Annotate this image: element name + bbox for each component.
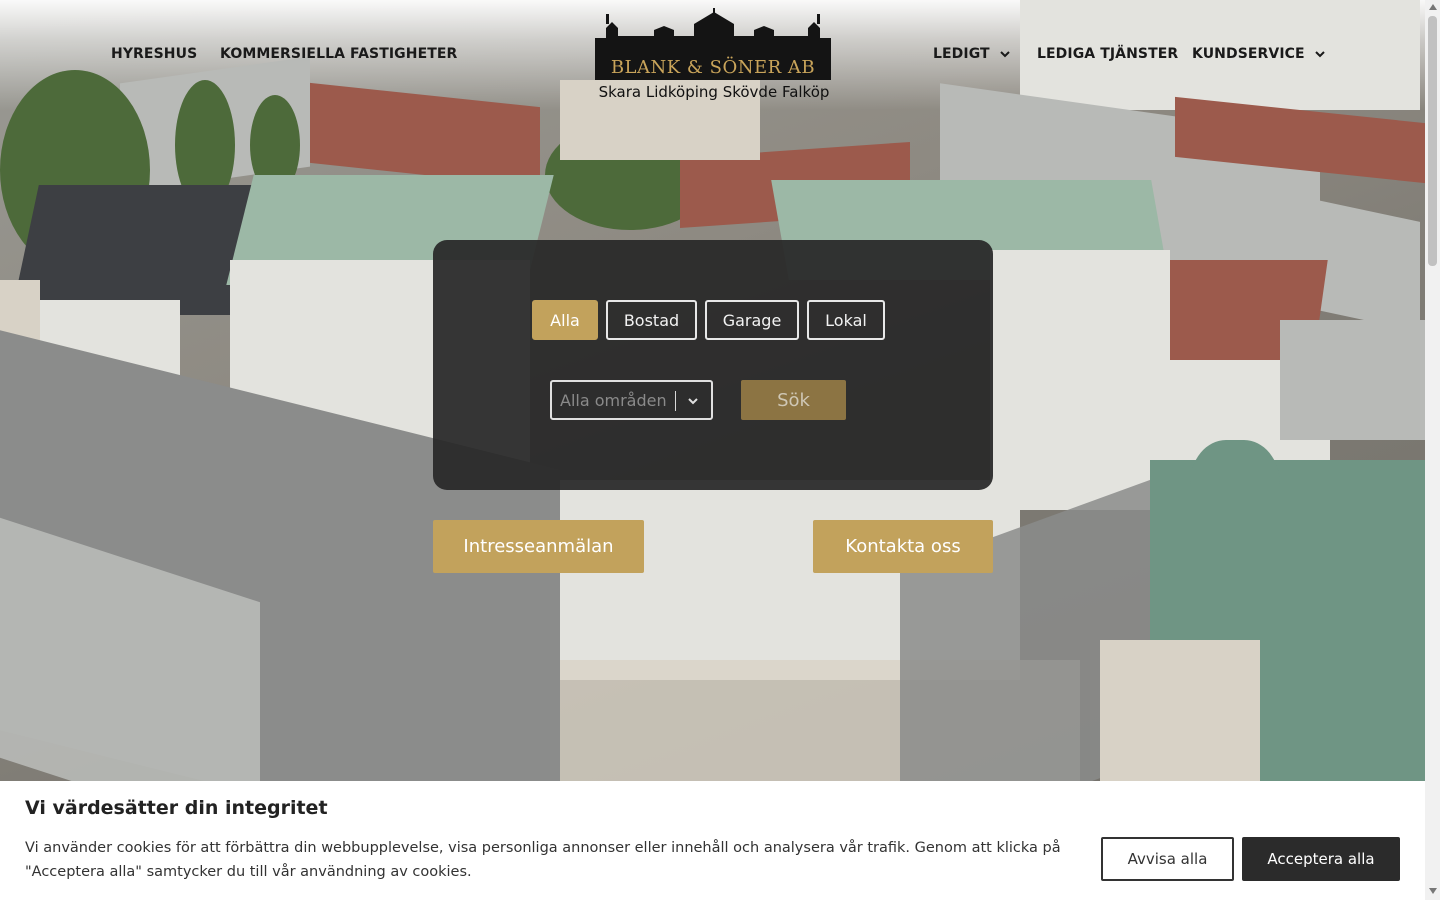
search-panel <box>433 240 993 490</box>
nav-ledigt-label: LEDIGT <box>933 46 990 62</box>
accept-all-label: Acceptera alla <box>1267 850 1375 868</box>
nav-ledigt[interactable]: LEDIGT <box>933 46 1012 62</box>
nav-lediga-tjanster-label: LEDIGA TJÄNSTER <box>1037 46 1179 62</box>
filter-lokal-label: Lokal <box>825 310 867 330</box>
filter-lokal-button[interactable]: Lokal <box>807 300 885 340</box>
filter-bostad-label: Bostad <box>623 310 680 330</box>
company-logo[interactable]: BLANK & SÖNER AB <box>594 8 832 80</box>
interest-registration-label: Intresseanmälan <box>463 536 614 557</box>
interest-registration-button[interactable]: Intresseanmälan <box>433 520 644 573</box>
nav-hyreshus-label: HYRESHUS <box>111 46 198 62</box>
filter-garage-label: Garage <box>722 310 782 330</box>
filter-alla-button[interactable]: Alla <box>532 300 598 340</box>
chevron-down-icon <box>688 398 698 405</box>
contact-us-button[interactable]: Kontakta oss <box>813 520 993 573</box>
nav-kommersiella-label: KOMMERSIELLA FASTIGHETER <box>220 46 458 62</box>
cookie-text: Vi använder cookies för att förbättra di… <box>25 840 1061 880</box>
nav-kundservice[interactable]: KUNDSERVICE <box>1192 46 1327 62</box>
filter-bostad-button[interactable]: Bostad <box>606 300 697 340</box>
scrollbar-thumb[interactable] <box>1428 16 1437 266</box>
chevron-down-icon <box>1000 51 1010 58</box>
area-select[interactable]: Alla områden <box>550 380 713 420</box>
nav-hyreshus[interactable]: HYRESHUS <box>111 46 197 62</box>
nav-kommersiella-fastigheter[interactable]: KOMMERSIELLA FASTIGHETER <box>220 46 457 62</box>
filter-alla-label: Alla <box>550 310 580 330</box>
cookie-consent-banner: Vi värdesätter din integritet Vi använde… <box>0 781 1425 900</box>
search-button[interactable]: Sök <box>741 380 846 420</box>
accept-all-button[interactable]: Acceptera alla <box>1242 837 1400 881</box>
contact-us-label: Kontakta oss <box>845 536 961 557</box>
scroll-up-arrow-icon[interactable] <box>1429 4 1437 10</box>
logo-name: BLANK & SÖNER AB <box>610 57 816 78</box>
nav-kundservice-label: KUNDSERVICE <box>1192 46 1305 62</box>
select-separator <box>675 391 676 411</box>
filter-garage-button[interactable]: Garage <box>705 300 799 340</box>
scroll-down-arrow-icon[interactable] <box>1429 888 1437 894</box>
nav-lediga-tjanster[interactable]: LEDIGA TJÄNSTER <box>1037 46 1178 62</box>
chevron-down-icon <box>1315 51 1325 58</box>
cookie-title: Vi värdesätter din integritet <box>25 797 328 819</box>
logo-tagline: Skara Lidköping Skövde Falköp <box>598 83 830 101</box>
reject-all-label: Avvisa alla <box>1127 850 1208 868</box>
castle-silhouette-icon <box>595 8 831 58</box>
reject-all-button[interactable]: Avvisa alla <box>1101 837 1234 881</box>
page-scrollbar[interactable] <box>1425 0 1440 900</box>
area-select-placeholder: Alla områden <box>560 390 667 410</box>
search-button-label: Sök <box>777 389 810 411</box>
